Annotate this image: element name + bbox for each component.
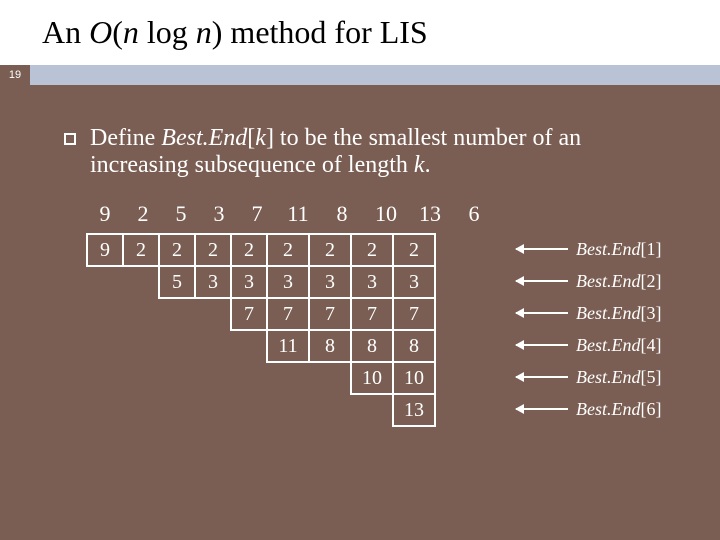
cell: 3 [309, 266, 351, 298]
cell: 7 [231, 298, 267, 330]
cell: 2 [123, 234, 159, 266]
divider-bar [30, 65, 720, 85]
cell: 7 [267, 298, 309, 330]
seq-num: 9 [86, 201, 124, 227]
input-sequence: 9 2 5 3 7 11 8 10 13 6 [86, 201, 680, 227]
grid: 9 2 2 2 2 2 2 2 2 5 3 3 3 3 3 3 [86, 233, 436, 427]
cell: 7 [351, 298, 393, 330]
table-row: 10 10 [87, 362, 435, 394]
cell: 8 [309, 330, 351, 362]
title-paren: ( [112, 14, 123, 50]
cell: 3 [351, 266, 393, 298]
cell: 2 [231, 234, 267, 266]
divider: 19 [0, 65, 720, 85]
row-labels: Best.End[1] Best.End[2] Best.End[3] Best… [516, 233, 662, 425]
label-row: Best.End[1] [516, 233, 662, 265]
table-row: 9 2 2 2 2 2 2 2 2 [87, 234, 435, 266]
label-row: Best.End[2] [516, 265, 662, 297]
cell: 10 [393, 362, 435, 394]
cell: 8 [393, 330, 435, 362]
table-row: 5 3 3 3 3 3 3 [87, 266, 435, 298]
cell: 3 [267, 266, 309, 298]
title-n1: n [123, 14, 139, 50]
label-row: Best.End[5] [516, 361, 662, 393]
arrow-left-icon [516, 408, 568, 410]
label-text: Best.End[6] [576, 399, 662, 420]
seq-num: 7 [238, 201, 276, 227]
label-text: Best.End[1] [576, 239, 662, 260]
label-row: Best.End[6] [516, 393, 662, 425]
cell: 2 [393, 234, 435, 266]
seq-num: 13 [408, 201, 452, 227]
bullet-text: Define Best.End[k] to be the smallest nu… [90, 125, 680, 179]
cell: 8 [351, 330, 393, 362]
bullet-icon [64, 133, 76, 145]
seq-num: 11 [276, 201, 320, 227]
arrow-left-icon [516, 344, 568, 346]
title-bigO: O [89, 14, 112, 50]
seq-num: 10 [364, 201, 408, 227]
cell: 13 [393, 394, 435, 426]
table-row: 11 8 8 8 [87, 330, 435, 362]
label-text: Best.End[3] [576, 303, 662, 324]
cell: 2 [309, 234, 351, 266]
label-text: Best.End[2] [576, 271, 662, 292]
cell: 2 [159, 234, 195, 266]
label-text: Best.End[5] [576, 367, 662, 388]
cell: 11 [267, 330, 309, 362]
label-row: Best.End[3] [516, 297, 662, 329]
body: Define Best.End[k] to be the smallest nu… [0, 85, 720, 427]
cell: 10 [351, 362, 393, 394]
title-tail: ) method for LIS [212, 14, 428, 50]
cell: 2 [267, 234, 309, 266]
label-text: Best.End[4] [576, 335, 662, 356]
cell: 2 [351, 234, 393, 266]
seq-num: 3 [200, 201, 238, 227]
cell: 3 [393, 266, 435, 298]
arrow-left-icon [516, 280, 568, 282]
cell: 7 [393, 298, 435, 330]
cell: 2 [195, 234, 231, 266]
cell: 7 [309, 298, 351, 330]
slide-title: An O(n log n) method for LIS [42, 14, 720, 51]
seq-num: 2 [124, 201, 162, 227]
title-text: An [42, 14, 89, 50]
seq-num: 6 [452, 201, 496, 227]
cell: 3 [195, 266, 231, 298]
title-log: log [139, 14, 196, 50]
cell: 3 [231, 266, 267, 298]
title-area: An O(n log n) method for LIS [0, 0, 720, 65]
title-n2: n [196, 14, 212, 50]
table-row: 7 7 7 7 7 [87, 298, 435, 330]
seq-num: 5 [162, 201, 200, 227]
cell: 9 [87, 234, 123, 266]
arrow-left-icon [516, 376, 568, 378]
cell: 5 [159, 266, 195, 298]
arrow-left-icon [516, 312, 568, 314]
bestend-table: 9 2 2 2 2 2 2 2 2 5 3 3 3 3 3 3 [86, 233, 680, 427]
label-row: Best.End[4] [516, 329, 662, 361]
arrow-left-icon [516, 248, 568, 250]
slide-number: 19 [0, 65, 30, 85]
seq-num: 8 [320, 201, 364, 227]
bullet-item: Define Best.End[k] to be the smallest nu… [64, 125, 680, 179]
table-row: 13 [87, 394, 435, 426]
